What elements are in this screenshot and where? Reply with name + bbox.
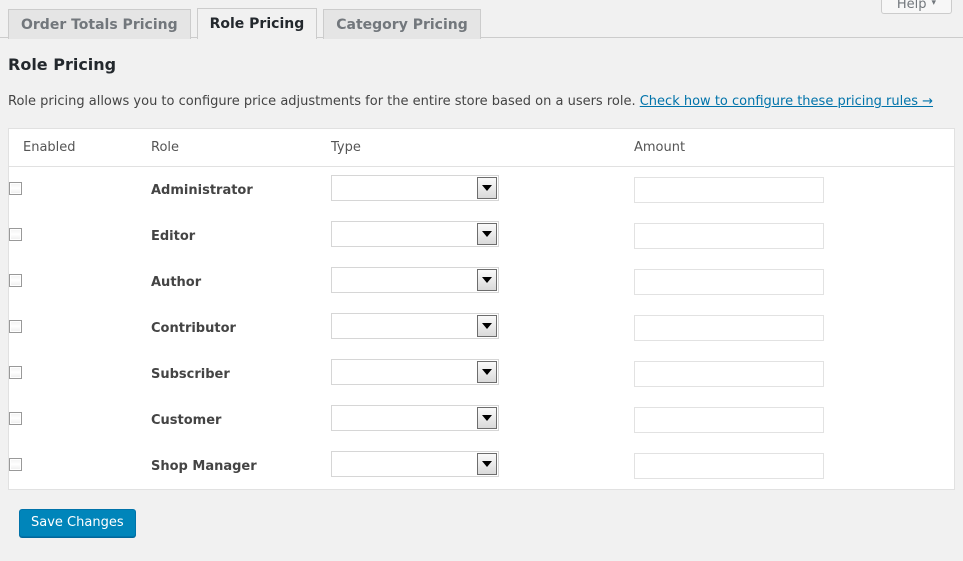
role-label: Administrator (151, 182, 253, 198)
chevron-down-icon (477, 269, 497, 291)
cell-type (331, 166, 634, 213)
cell-role: Shop Manager (151, 443, 331, 489)
cell-role: Customer (151, 397, 331, 443)
type-select[interactable] (331, 359, 499, 385)
column-header-type: Type (331, 129, 634, 167)
form-actions: Save Changes (8, 490, 955, 537)
type-select[interactable] (331, 405, 499, 431)
cell-enabled (9, 166, 151, 213)
cell-type (331, 351, 634, 397)
amount-input[interactable] (634, 223, 824, 249)
tab-order-totals-pricing[interactable]: Order Totals Pricing (8, 9, 191, 39)
cell-enabled (9, 259, 151, 305)
type-select[interactable] (331, 221, 499, 247)
chevron-down-icon (477, 223, 497, 245)
cell-amount (634, 213, 954, 259)
role-label: Customer (151, 412, 222, 428)
cell-amount (634, 351, 954, 397)
chevron-down-icon (477, 315, 497, 337)
tab-label: Role Pricing (209, 16, 305, 32)
cell-role: Contributor (151, 305, 331, 351)
cell-role: Subscriber (151, 351, 331, 397)
table-row: Author (9, 259, 954, 305)
chevron-down-icon (477, 407, 497, 429)
cell-type (331, 305, 634, 351)
enabled-checkbox[interactable] (9, 457, 22, 471)
enabled-checkbox[interactable] (9, 365, 22, 379)
column-header-role: Role (151, 129, 331, 167)
role-label: Contributor (151, 320, 236, 336)
cell-amount (634, 397, 954, 443)
page-description: Role pricing allows you to configure pri… (8, 93, 955, 111)
enabled-checkbox[interactable] (9, 227, 22, 241)
tab-category-pricing[interactable]: Category Pricing (323, 9, 481, 39)
tab-label: Order Totals Pricing (21, 17, 178, 33)
type-select[interactable] (331, 313, 499, 339)
page-description-text: Role pricing allows you to configure pri… (8, 94, 636, 109)
chevron-down-icon (477, 177, 497, 199)
tab-bar: Order Totals Pricing Role Pricing Catego… (0, 0, 963, 39)
cell-role: Editor (151, 213, 331, 259)
role-label: Editor (151, 228, 196, 244)
cell-amount (634, 166, 954, 213)
role-pricing-table: Enabled Role Type Amount Administrator Ed… (9, 129, 954, 489)
page-content: Role Pricing Role pricing allows you to … (0, 55, 963, 537)
table-row: Editor (9, 213, 954, 259)
cell-role: Administrator (151, 166, 331, 213)
cell-type (331, 443, 634, 489)
pricing-rules-help-link[interactable]: Check how to configure these pricing rul… (640, 94, 933, 109)
table-row: Subscriber (9, 351, 954, 397)
tab-role-pricing[interactable]: Role Pricing (196, 8, 318, 39)
cell-role: Author (151, 259, 331, 305)
enabled-checkbox[interactable] (9, 273, 22, 287)
amount-input[interactable] (634, 315, 824, 341)
amount-input[interactable] (634, 177, 824, 203)
table-row: Customer (9, 397, 954, 443)
enabled-checkbox[interactable] (9, 181, 22, 195)
cell-amount (634, 305, 954, 351)
enabled-checkbox[interactable] (9, 319, 22, 333)
amount-input[interactable] (634, 407, 824, 433)
role-label: Subscriber (151, 366, 230, 382)
cell-amount (634, 443, 954, 489)
amount-input[interactable] (634, 269, 824, 295)
cell-amount (634, 259, 954, 305)
column-header-amount: Amount (634, 129, 954, 167)
role-label: Author (151, 274, 202, 290)
type-select[interactable] (331, 175, 499, 201)
role-label: Shop Manager (151, 458, 257, 474)
amount-input[interactable] (634, 361, 824, 387)
column-header-enabled: Enabled (9, 129, 151, 167)
amount-input[interactable] (634, 453, 824, 479)
cell-enabled (9, 213, 151, 259)
enabled-checkbox[interactable] (9, 411, 22, 425)
chevron-down-icon (477, 361, 497, 383)
chevron-down-icon (477, 453, 497, 475)
role-pricing-panel: Enabled Role Type Amount Administrator Ed… (8, 128, 955, 490)
table-row: Shop Manager (9, 443, 954, 489)
cell-enabled (9, 443, 151, 489)
save-changes-button[interactable]: Save Changes (19, 509, 136, 537)
cell-type (331, 213, 634, 259)
type-select[interactable] (331, 451, 499, 477)
tab-list: Order Totals Pricing Role Pricing Catego… (8, 0, 963, 39)
tab-label: Category Pricing (336, 17, 468, 33)
table-body: Administrator Editor Author Contributor Subs… (9, 166, 954, 489)
table-head: Enabled Role Type Amount (9, 129, 954, 167)
cell-enabled (9, 305, 151, 351)
cell-enabled (9, 351, 151, 397)
cell-type (331, 397, 634, 443)
cell-enabled (9, 397, 151, 443)
page-title: Role Pricing (8, 55, 117, 74)
cell-type (331, 259, 634, 305)
table-row: Contributor (9, 305, 954, 351)
type-select[interactable] (331, 267, 499, 293)
table-row: Administrator (9, 166, 954, 213)
table-header-row: Enabled Role Type Amount (9, 129, 954, 167)
